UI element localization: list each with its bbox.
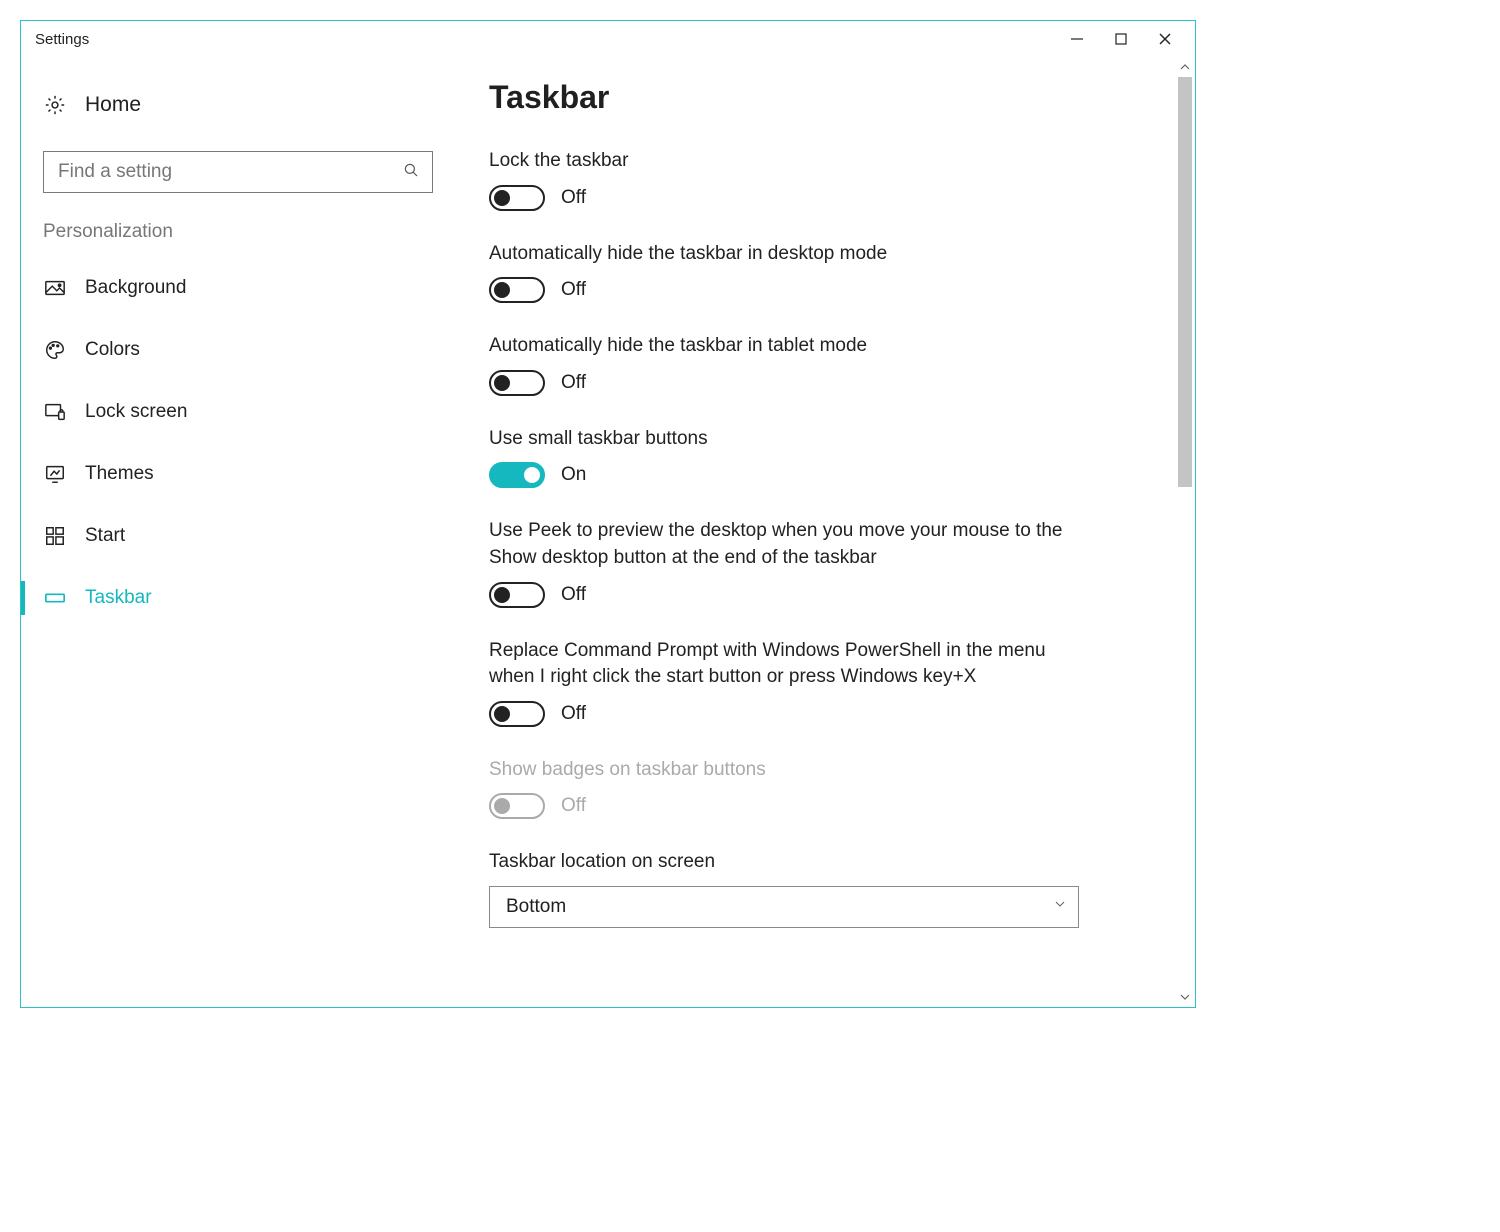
toggle-badges bbox=[489, 793, 545, 819]
toggle-state: On bbox=[561, 464, 586, 486]
minimize-button[interactable] bbox=[1055, 24, 1099, 54]
scroll-thumb[interactable] bbox=[1178, 77, 1192, 487]
lockscreen-icon bbox=[43, 400, 67, 424]
setting-label: Automatically hide the taskbar in tablet… bbox=[489, 333, 1079, 360]
search-box[interactable] bbox=[43, 151, 433, 193]
sidebar-item-label: Themes bbox=[85, 463, 154, 485]
setting-small-buttons: Use small taskbar buttons On bbox=[489, 426, 1079, 489]
sidebar-item-label: Colors bbox=[85, 339, 140, 361]
toggle-lock-taskbar[interactable] bbox=[489, 185, 545, 211]
toggle-peek[interactable] bbox=[489, 582, 545, 608]
window-title: Settings bbox=[35, 31, 89, 48]
setting-hide-tablet: Automatically hide the taskbar in tablet… bbox=[489, 333, 1079, 396]
sidebar-item-start[interactable]: Start bbox=[21, 505, 441, 567]
minimize-icon bbox=[1070, 32, 1084, 46]
toggle-state: Off bbox=[561, 372, 586, 394]
select-value: Bottom bbox=[506, 896, 1052, 918]
category-label: Personalization bbox=[43, 221, 441, 243]
scroll-down-icon[interactable] bbox=[1175, 987, 1195, 1007]
setting-label: Lock the taskbar bbox=[489, 148, 1079, 175]
setting-label: Taskbar location on screen bbox=[489, 849, 1079, 876]
sidebar-item-label: Taskbar bbox=[85, 587, 152, 609]
setting-location: Taskbar location on screen Bottom bbox=[489, 849, 1079, 928]
toggle-state: Off bbox=[561, 279, 586, 301]
sidebar-item-background[interactable]: Background bbox=[21, 257, 441, 319]
toggle-state: Off bbox=[561, 584, 586, 606]
close-button[interactable] bbox=[1143, 24, 1187, 54]
sidebar-item-colors[interactable]: Colors bbox=[21, 319, 441, 381]
toggle-small-buttons[interactable] bbox=[489, 462, 545, 488]
close-icon bbox=[1158, 32, 1172, 46]
maximize-button[interactable] bbox=[1099, 24, 1143, 54]
setting-badges: Show badges on taskbar buttons Off bbox=[489, 757, 1079, 820]
toggle-powershell[interactable] bbox=[489, 701, 545, 727]
sidebar-item-label: Start bbox=[85, 525, 125, 547]
taskbar-icon bbox=[43, 586, 67, 610]
sidebar-item-label: Background bbox=[85, 277, 186, 299]
setting-label: Show badges on taskbar buttons bbox=[489, 757, 1079, 784]
home-link[interactable]: Home bbox=[21, 83, 441, 127]
setting-label: Use small taskbar buttons bbox=[489, 426, 1079, 453]
start-icon bbox=[43, 524, 67, 548]
setting-label: Replace Command Prompt with Windows Powe… bbox=[489, 638, 1079, 691]
page-title: Taskbar bbox=[489, 79, 1155, 116]
toggle-state: Off bbox=[561, 187, 586, 209]
toggle-state: Off bbox=[561, 795, 586, 817]
setting-label: Automatically hide the taskbar in deskto… bbox=[489, 241, 1079, 268]
scroll-up-icon[interactable] bbox=[1175, 57, 1195, 77]
setting-hide-desktop: Automatically hide the taskbar in deskto… bbox=[489, 241, 1079, 304]
sidebar-item-themes[interactable]: Themes bbox=[21, 443, 441, 505]
chevron-down-icon bbox=[1052, 896, 1068, 918]
themes-icon bbox=[43, 462, 67, 486]
toggle-hide-desktop[interactable] bbox=[489, 277, 545, 303]
home-label: Home bbox=[85, 93, 141, 117]
setting-label: Use Peek to preview the desktop when you… bbox=[489, 518, 1079, 571]
sidebar-item-taskbar[interactable]: Taskbar bbox=[21, 567, 441, 629]
scrollbar[interactable] bbox=[1175, 57, 1195, 1007]
maximize-icon bbox=[1114, 32, 1128, 46]
search-input[interactable] bbox=[56, 160, 402, 184]
scroll-track[interactable] bbox=[1175, 77, 1195, 987]
palette-icon bbox=[43, 338, 67, 362]
sidebar: Home Personalization Background Colo bbox=[21, 57, 441, 1007]
toggle-state: Off bbox=[561, 703, 586, 725]
setting-peek: Use Peek to preview the desktop when you… bbox=[489, 518, 1079, 607]
sidebar-item-label: Lock screen bbox=[85, 401, 187, 423]
picture-icon bbox=[43, 276, 67, 300]
toggle-hide-tablet[interactable] bbox=[489, 370, 545, 396]
location-select[interactable]: Bottom bbox=[489, 886, 1079, 928]
settings-window: Settings Home Person bbox=[20, 20, 1196, 1008]
titlebar: Settings bbox=[21, 21, 1195, 57]
sidebar-item-lockscreen[interactable]: Lock screen bbox=[21, 381, 441, 443]
gear-icon bbox=[43, 93, 67, 117]
setting-lock-taskbar: Lock the taskbar Off bbox=[489, 148, 1079, 211]
search-icon bbox=[402, 161, 420, 184]
main-panel: Taskbar Lock the taskbar Off Automatical… bbox=[441, 57, 1195, 1007]
setting-powershell: Replace Command Prompt with Windows Powe… bbox=[489, 638, 1079, 727]
